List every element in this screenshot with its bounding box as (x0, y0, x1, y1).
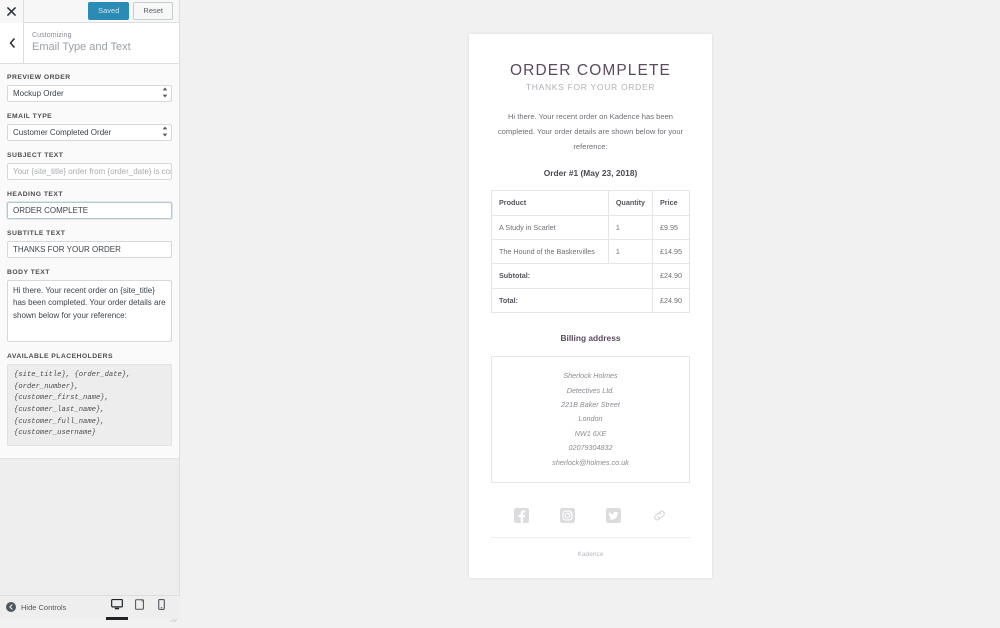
address-line: Detectives Ltd. (566, 385, 615, 395)
control-email-type: EMAIL TYPE Customer Completed Order (7, 113, 172, 141)
control-subtitle-text: SUBTITLE TEXT THANKS FOR YOUR ORDER (7, 230, 172, 258)
cell-quantity: 1 (607, 239, 654, 265)
control-body-text: BODY TEXT Hi there. Your recent order on… (7, 269, 178, 623)
column-header-price: Price (652, 190, 690, 216)
available-placeholders-text: {site_title}, {order_date}, {order_numbe… (7, 364, 172, 446)
preview-order-label: PREVIEW ORDER (7, 74, 71, 81)
device-switcher (106, 596, 180, 620)
page-title: Email Type and Text (32, 41, 131, 54)
address-line: NW1 6XE (574, 428, 607, 438)
address-line-phone: 02079304832 (568, 443, 613, 453)
desktop-icon (111, 597, 123, 615)
address-line-email: sherlock@holmes.co.uk (552, 457, 629, 467)
email-order-title: Order #1 (May 23, 2018) (543, 168, 638, 179)
table-row: A Study in Scarlet 1 £9.95 (491, 214, 690, 241)
subtotal-label: Subtotal: (491, 263, 653, 289)
link-icon[interactable] (652, 508, 667, 523)
billing-address-title: Billing address (560, 333, 621, 344)
twitter-icon[interactable] (605, 508, 621, 524)
collapse-icon (6, 599, 16, 617)
social-links (491, 508, 690, 537)
control-heading-text: HEADING TEXT ORDER COMPLETE (7, 191, 172, 219)
email-subtitle: THANKS FOR YOUR ORDER (525, 81, 656, 92)
chevron-left-icon[interactable] (0, 22, 24, 64)
preview-pane: ORDER COMPLETE THANKS FOR YOUR ORDER Hi … (181, 0, 1000, 619)
close-icon[interactable] (0, 0, 24, 23)
facebook-icon[interactable] (514, 508, 530, 524)
email-preview-card: ORDER COMPLETE THANKS FOR YOUR ORDER Hi … (469, 34, 712, 579)
hide-controls-label: Hide Controls (21, 603, 67, 612)
email-body-text: Hi there. Your recent order on Kadence h… (497, 111, 684, 152)
address-line: Sherlock Holmes (563, 371, 618, 381)
subtitle-text-label: SUBTITLE TEXT (7, 230, 66, 237)
cell-quantity: 1 (607, 214, 654, 241)
available-placeholders-label: AVAILABLE PLACEHOLDERS (7, 353, 113, 360)
email-type-select[interactable]: Customer Completed Order (7, 124, 172, 141)
customizer-footer: Hide Controls (0, 595, 180, 620)
address-line: 221B Baker Street (561, 399, 620, 409)
billing-address-block: Sherlock Holmes Detectives Ltd. 221B Bak… (491, 356, 690, 484)
device-tablet-button[interactable] (128, 596, 150, 620)
table-header-row: Product Quantity Price (491, 190, 690, 216)
heading-text-label: HEADING TEXT (7, 191, 64, 198)
tablet-icon (134, 597, 144, 615)
customizing-eyebrow: Customizing (32, 32, 72, 40)
column-header-quantity: Quantity (607, 190, 654, 216)
customizer-sidebar: Saved Reset Customizing Email Type and T… (0, 0, 180, 623)
customizer-header: Saved Reset (0, 0, 179, 23)
cell-product: The Hound of the Baskervilles (491, 239, 609, 265)
subtitle-text-input[interactable]: THANKS FOR YOUR ORDER (7, 241, 172, 258)
control-subject-text: SUBJECT TEXT Your {site_title} order fro… (7, 152, 172, 180)
subject-text-label: SUBJECT TEXT (7, 152, 64, 159)
save-button[interactable]: Saved (88, 2, 130, 20)
subject-text-input[interactable]: Your {site_title} order from {order_date… (7, 163, 172, 180)
subtotal-value: £24.90 (652, 263, 690, 289)
table-row: The Hound of the Baskervilles 1 £14.95 (491, 239, 690, 265)
email-heading: ORDER COMPLETE (510, 62, 671, 79)
order-items-table: Product Quantity Price A Study in Scarle… (491, 190, 690, 314)
customizer-title-group: Customizing Email Type and Text (24, 31, 131, 55)
customizer-titlebar: Customizing Email Type and Text (0, 22, 179, 64)
device-mobile-button[interactable] (150, 596, 172, 620)
customizer-controls: PREVIEW ORDER Mockup Order EMAIL TYPE Cu… (0, 64, 179, 623)
cell-price: £9.95 (652, 214, 690, 241)
footer-divider (491, 537, 690, 539)
instagram-icon[interactable] (560, 508, 576, 524)
table-row-total: Total: £24.90 (491, 287, 690, 314)
total-label: Total: (491, 287, 653, 314)
reset-button[interactable]: Reset (133, 2, 173, 20)
table-row-subtotal: Subtotal: £24.90 (491, 263, 690, 289)
control-available-placeholders: AVAILABLE PLACEHOLDERS {site_title}, {or… (7, 353, 172, 446)
body-text-label: BODY TEXT (7, 269, 50, 276)
email-type-label: EMAIL TYPE (7, 113, 53, 120)
device-desktop-button[interactable] (106, 596, 128, 620)
hide-controls-button[interactable]: Hide Controls (0, 599, 66, 617)
cell-product: A Study in Scarlet (491, 214, 609, 241)
column-header-product: Product (491, 190, 609, 216)
cell-price: £14.95 (652, 239, 690, 265)
control-preview-order: PREVIEW ORDER Mockup Order (7, 74, 172, 102)
address-line: London (578, 414, 603, 424)
heading-text-input[interactable]: ORDER COMPLETE (7, 202, 172, 219)
body-text-textarea[interactable]: Hi there. Your recent order on {site_tit… (7, 280, 172, 342)
email-footer-text: Kadence (577, 551, 604, 559)
mobile-icon (157, 597, 165, 615)
total-value: £24.90 (652, 287, 690, 314)
preview-order-select[interactable]: Mockup Order (7, 85, 172, 102)
